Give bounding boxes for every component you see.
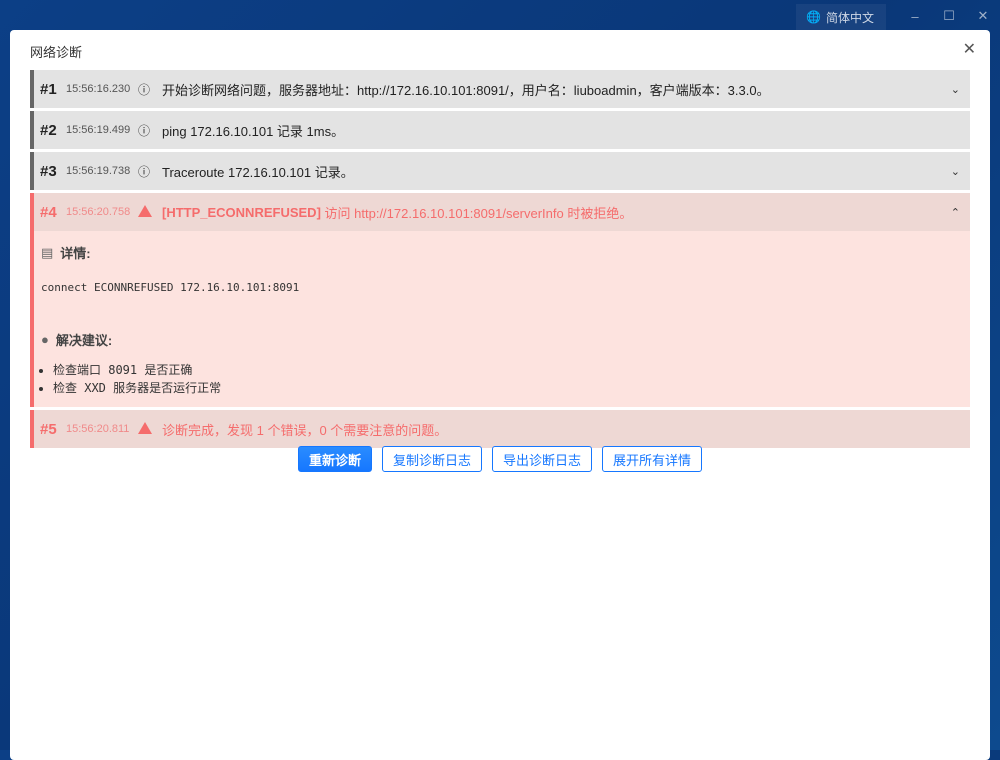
warning-icon [138, 204, 162, 220]
entry-time: 15:56:19.738 [66, 165, 131, 177]
entry-text: 访问 http://172.16.10.101:8091/serverInfo … [324, 205, 633, 221]
export-log-button[interactable]: 导出诊断日志 [492, 446, 593, 472]
log-entry[interactable]: #3 15:56:19.738 ⓘ Traceroute 172.16.10.1… [30, 152, 970, 190]
entry-time: 15:56:19.499 [66, 124, 131, 136]
copy-log-button[interactable]: 复制诊断日志 [381, 446, 482, 472]
dialog-close-button[interactable]: ✕ [963, 39, 976, 59]
expand-all-button[interactable]: 展开所有详情 [602, 446, 703, 472]
log-entry[interactable]: #1 15:56:16.230 ⓘ 开始诊断网络问题，服务器地址：http://… [30, 70, 970, 108]
globe-icon: 🌐 [806, 10, 821, 24]
suggestion-list: 检查端口 8091 是否正确 检查 XXD 服务器是否运行正常 [53, 361, 960, 397]
log-entry-error: #5 15:56:20.811 诊断完成，发现 1 个错误，0 个需要注意的问题… [30, 410, 970, 448]
entry-number: #4 [40, 203, 57, 221]
chevron-up-icon[interactable]: ⌃ [951, 206, 960, 219]
action-buttons: 重新诊断 复制诊断日志 导出诊断日志 展开所有详情 [10, 446, 990, 472]
entry-time: 15:56:16.230 [66, 83, 131, 95]
rediagnose-button[interactable]: 重新诊断 [297, 446, 372, 472]
entry-time: 15:56:20.758 [66, 206, 131, 218]
language-label: 简体中文 [825, 10, 874, 25]
error-code: [HTTP_ECONNREFUSED] [162, 204, 321, 220]
suggestion-item: 检查 XXD 服务器是否运行正常 [53, 379, 960, 397]
minimize-button[interactable]: – [898, 9, 932, 24]
entry-number: #2 [40, 121, 57, 139]
details-text: connect ECONNREFUSED 172.16.10.101:8091 [41, 281, 300, 294]
info-icon: ⓘ [138, 123, 151, 138]
chevron-down-icon[interactable]: ⌄ [951, 165, 960, 178]
info-icon: ⓘ [138, 82, 151, 97]
warning-icon [138, 421, 162, 437]
log-list: #1 15:56:16.230 ⓘ 开始诊断网络问题，服务器地址：http://… [30, 70, 970, 451]
entry-text: 诊断完成，发现 1 个错误，0 个需要注意的问题。 [162, 422, 448, 438]
lightbulb-icon: ● [41, 332, 49, 347]
entry-details: ▤ 详情: connect ECONNREFUSED 172.16.10.101:… [34, 231, 970, 407]
chevron-down-icon[interactable]: ⌄ [951, 83, 960, 96]
window-topbar: 🌐 简体中文 – ☐ ✕ [796, 0, 1000, 32]
details-icon: ▤ [41, 244, 54, 260]
entry-number: #1 [40, 80, 57, 98]
details-label: 详情: [60, 246, 91, 261]
entry-time: 15:56:20.811 [66, 423, 130, 435]
log-entry: #2 15:56:19.499 ⓘ ping 172.16.10.101 记录 … [30, 111, 970, 149]
info-icon: ⓘ [138, 164, 151, 179]
entry-number: #3 [40, 162, 57, 180]
dialog-title: 网络诊断 [30, 45, 83, 60]
entry-text: ping 172.16.10.101 记录 1ms。 [162, 123, 345, 139]
language-button[interactable]: 🌐 简体中文 [796, 3, 886, 31]
entry-text: 开始诊断网络问题，服务器地址：http://172.16.10.101:8091… [162, 82, 770, 98]
window-close-button[interactable]: ✕ [966, 8, 1000, 24]
maximize-button[interactable]: ☐ [932, 8, 966, 24]
suggestion-item: 检查端口 8091 是否正确 [53, 361, 960, 379]
network-diagnosis-dialog: 网络诊断 ✕ #1 15:56:16.230 ⓘ 开始诊断网络问题，服务器地址：… [10, 30, 990, 760]
entry-text: Traceroute 172.16.10.101 记录。 [162, 164, 354, 180]
suggestion-label: 解决建议: [55, 333, 113, 348]
entry-number: #5 [40, 420, 57, 438]
log-entry-error[interactable]: #4 15:56:20.758 [HTTP_ECONNREFUSED] 访问 h… [30, 193, 970, 407]
